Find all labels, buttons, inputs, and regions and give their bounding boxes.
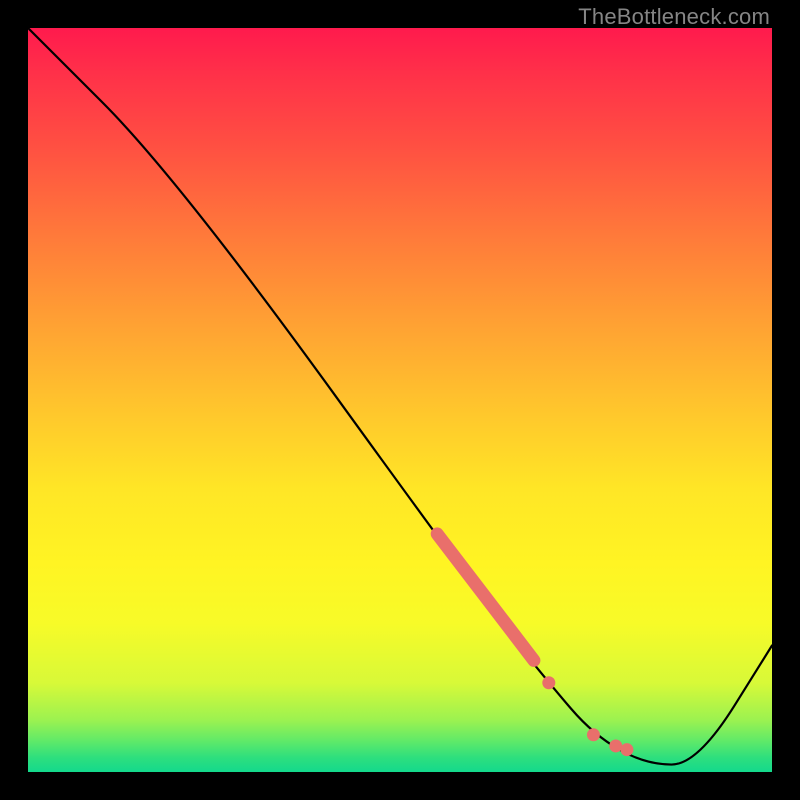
plot-area bbox=[28, 28, 772, 772]
highlight-dot bbox=[609, 739, 622, 752]
highlight-dot bbox=[620, 743, 633, 756]
chart-frame: TheBottleneck.com bbox=[0, 0, 800, 800]
highlight-dot bbox=[587, 728, 600, 741]
attribution-label: TheBottleneck.com bbox=[578, 4, 770, 30]
curve-line bbox=[28, 28, 772, 765]
chart-overlay bbox=[28, 28, 772, 772]
highlight-dot bbox=[542, 676, 555, 689]
highlight-segment bbox=[437, 534, 534, 660]
highlight-dots bbox=[542, 676, 633, 756]
